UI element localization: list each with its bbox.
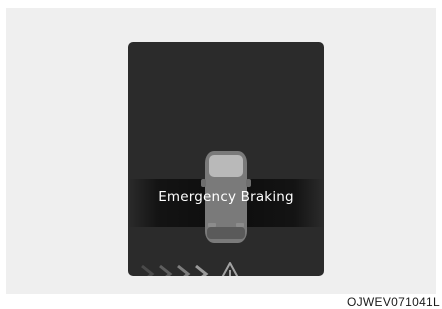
emergency-braking-message: Emergency Braking [158,189,294,205]
chevron-right-icon [141,264,155,276]
approach-indicator [141,264,209,276]
chevron-right-icon [177,264,191,276]
chevron-right-icon [159,264,173,276]
cluster-display: Emergency Braking [128,42,324,276]
chevron-right-icon [195,264,209,276]
warning-triangle-icon [221,262,239,276]
